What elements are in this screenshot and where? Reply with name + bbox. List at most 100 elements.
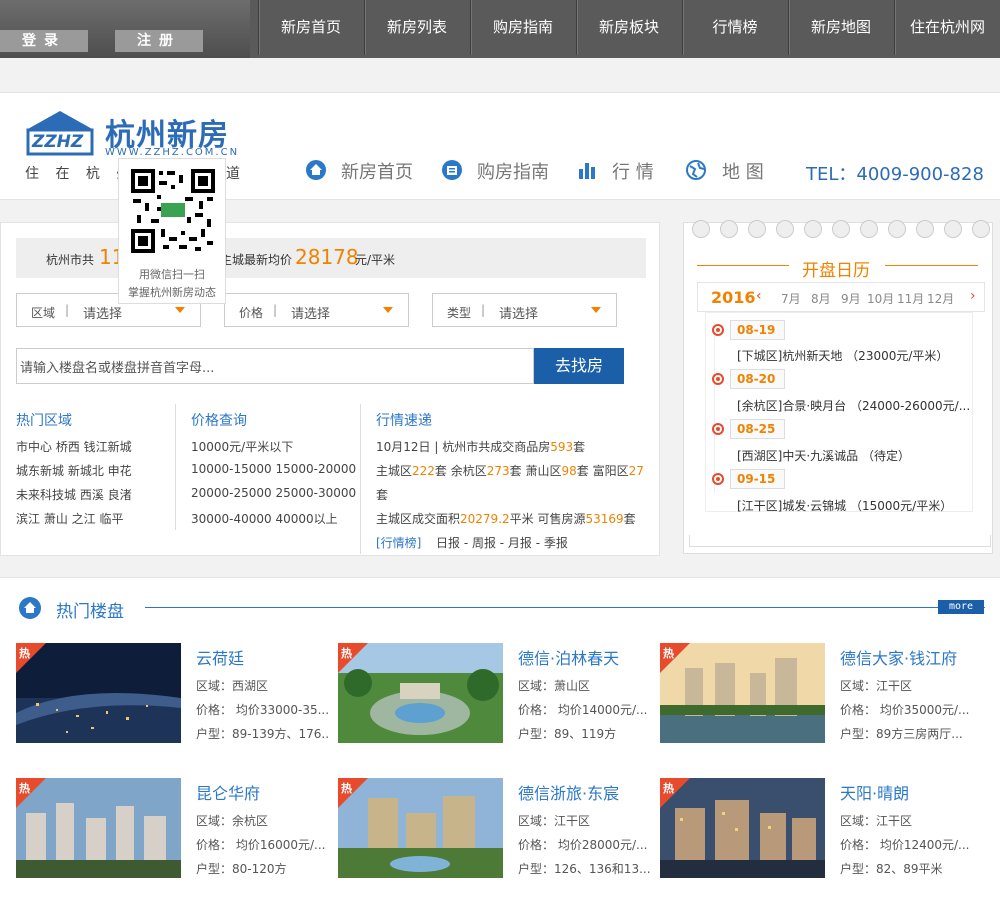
- calendar-month[interactable]: 10月: [867, 290, 894, 307]
- divider: [145, 607, 985, 608]
- calendar-month[interactable]: 7月: [781, 290, 801, 307]
- event-link[interactable]: [江干区]城发·云锦城 （15000元/平米）: [737, 497, 952, 514]
- timeline-dot: [712, 473, 724, 485]
- topnav-guide[interactable]: 购房指南: [470, 0, 575, 55]
- hot-badge: 热: [338, 643, 368, 673]
- search-input[interactable]: [16, 348, 534, 384]
- topnav-home[interactable]: 新房首页: [258, 0, 363, 55]
- chevron-down-icon: [591, 307, 601, 313]
- type-select-label: 类型: [447, 306, 472, 320]
- market-ranking-link[interactable]: [行情榜]: [376, 534, 421, 551]
- property-area: 区域：萧山区: [518, 679, 591, 693]
- chevron-left-icon[interactable]: ‹: [756, 288, 762, 304]
- calendar-month[interactable]: 12月: [927, 290, 954, 307]
- property-name[interactable]: 天阳·晴朗: [840, 780, 909, 804]
- market-line-4: 主城区成交面积20279.2平米 可售房源53169套: [376, 512, 636, 526]
- property-name[interactable]: 德信大家·钱江府: [840, 645, 957, 669]
- ring: [748, 220, 766, 238]
- qr-code-icon: [129, 167, 217, 255]
- divider: [175, 404, 176, 530]
- event-link[interactable]: [西湖区]中天·九溪诚品 （待定）: [737, 447, 910, 464]
- property-name[interactable]: 云荷廷: [196, 645, 244, 669]
- qr-line-1: 用微信扫一扫: [139, 268, 205, 281]
- header-nav-home[interactable]: 新房首页: [341, 158, 413, 184]
- area-select-value: 请选择: [83, 307, 123, 322]
- price-query-line[interactable]: 10000元/平米以下: [191, 438, 293, 455]
- stats-unit: 元/平米: [355, 253, 396, 267]
- property-price: 价格： 均价16000元/...: [196, 838, 326, 852]
- property-price: 价格： 均价35000元/...: [840, 703, 970, 717]
- market-line-3: 套: [376, 488, 389, 502]
- ring: [832, 220, 850, 238]
- property-name[interactable]: 德信·泊林春天: [518, 645, 619, 669]
- price-query-line[interactable]: 10000-15000 15000-20000: [191, 462, 356, 476]
- event-date: 08-20: [730, 369, 785, 389]
- chevron-right-icon[interactable]: ›: [970, 288, 976, 304]
- home-icon: [19, 597, 41, 619]
- area-select-label: 区域: [31, 306, 56, 320]
- market-line-1: 10月12日 | 杭州市共成交商品房593套: [376, 440, 586, 454]
- header-nav-map[interactable]: 地 图: [722, 158, 764, 184]
- register-button[interactable]: 注册: [115, 30, 203, 52]
- logo-slogan-right: 道: [226, 166, 246, 182]
- home-icon: [306, 160, 326, 180]
- more-button[interactable]: more: [938, 600, 984, 614]
- divider: [697, 265, 789, 266]
- hot-badge: 热: [338, 778, 368, 808]
- price-select[interactable]: 价格 | 请选择: [224, 293, 409, 327]
- property-layout: 户型：80-120方: [196, 862, 287, 876]
- ring: [972, 220, 990, 238]
- type-select-value: 请选择: [499, 307, 539, 322]
- price-query-title: 价格查询: [191, 413, 247, 429]
- stats-mid: 主城最新均价: [220, 253, 293, 267]
- stats-price: 28178: [295, 245, 359, 269]
- chart-icon: [578, 160, 598, 180]
- market-reports-links[interactable]: 日报 - 周报 - 月报 - 季报: [436, 534, 568, 551]
- price-query-line[interactable]: 20000-25000 25000-30000: [191, 486, 356, 500]
- header-nav-market[interactable]: 行 情: [612, 158, 654, 184]
- topnav-blocks[interactable]: 新房板块: [576, 0, 681, 55]
- event-link[interactable]: [下城区]杭州新天地 （23000元/平米）: [737, 347, 948, 364]
- hot-badge: 热: [16, 778, 46, 808]
- hot-areas-title: 热门区域: [16, 413, 72, 429]
- ring: [860, 220, 878, 238]
- property-price: 价格： 均价33000-35...: [196, 703, 328, 717]
- hot-area-line[interactable]: 未来科技城 西溪 良渚: [16, 486, 132, 503]
- property-area: 区域：西湖区: [196, 679, 269, 693]
- calendar-year: 2016: [711, 288, 756, 307]
- property-name[interactable]: 昆仑华府: [196, 780, 260, 804]
- divider: [360, 404, 361, 554]
- event-link[interactable]: [余杭区]合景·映月台 （24000-26000元/...: [737, 397, 970, 414]
- type-select[interactable]: 类型 | 请选择: [432, 293, 617, 327]
- property-layout: 户型：126、136和13...: [518, 862, 650, 876]
- search-button[interactable]: 去找房: [534, 348, 624, 384]
- hot-area-line[interactable]: 市中心 桥西 钱江新城: [16, 438, 132, 455]
- timeline-dot: [712, 324, 724, 336]
- property-layout: 户型：89、119方: [518, 727, 617, 741]
- qr-popup: 用微信扫一扫 掌握杭州新房动态: [118, 158, 226, 304]
- logo-mark: ZZHZ: [32, 132, 84, 152]
- topnav-map[interactable]: 新房地图: [788, 0, 893, 55]
- ring: [944, 220, 962, 238]
- property-layout: 户型：89方三房两厅...: [840, 727, 963, 741]
- ring: [720, 220, 738, 238]
- topnav-ranking[interactable]: 行情榜: [682, 0, 787, 55]
- topnav-list[interactable]: 新房列表: [364, 0, 469, 55]
- logo-icon[interactable]: ZZHZ: [25, 110, 95, 156]
- price-select-value: 请选择: [291, 307, 331, 322]
- login-button[interactable]: 登录: [0, 30, 88, 52]
- calendar-page-shadow: [689, 535, 991, 547]
- hot-area-line[interactable]: 城东新城 新城北 申花: [16, 462, 132, 479]
- chevron-down-icon: [175, 307, 185, 313]
- property-name[interactable]: 德信浙旅·东宸: [518, 780, 619, 804]
- calendar-month[interactable]: 8月: [811, 290, 831, 307]
- calendar-month[interactable]: 9月: [841, 290, 861, 307]
- price-query-line[interactable]: 30000-40000 40000以上: [191, 510, 338, 527]
- calendar-month[interactable]: 11月: [897, 290, 924, 307]
- header-nav-guide[interactable]: 购房指南: [477, 158, 549, 184]
- property-area: 区域：余杭区: [196, 814, 269, 828]
- hot-area-line[interactable]: 滨江 萧山 之江 临平: [16, 510, 123, 527]
- ring: [916, 220, 934, 238]
- topnav-zzhz[interactable]: 住在杭州网: [894, 0, 1000, 55]
- calendar-title: 开盘日历: [802, 261, 870, 281]
